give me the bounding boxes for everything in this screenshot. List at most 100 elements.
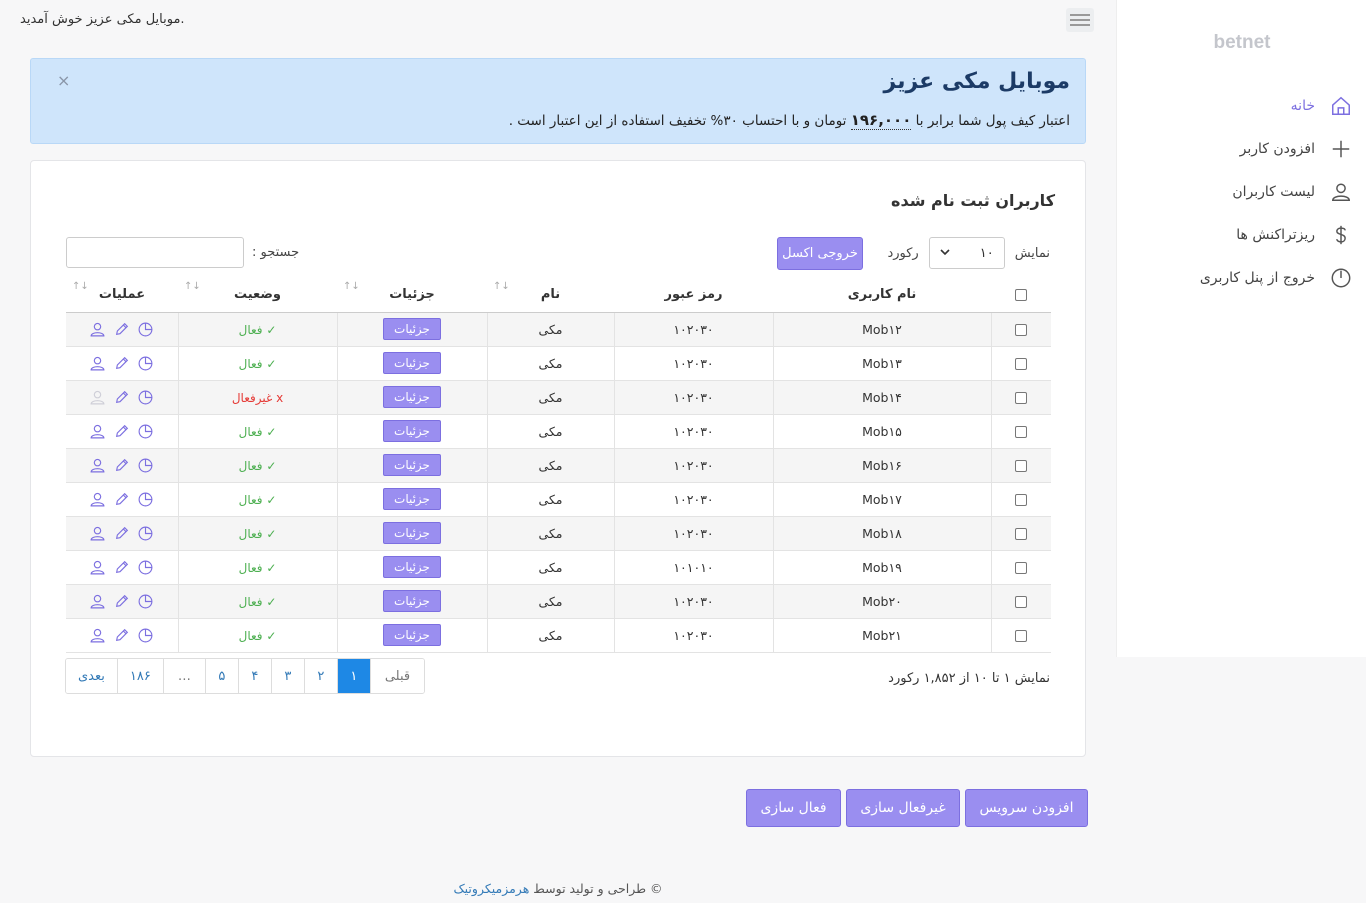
excel-export-button[interactable]: خروجی اکسل — [777, 237, 863, 270]
page-button[interactable]: ۵ — [204, 659, 238, 693]
details-button[interactable]: جزئیات — [383, 522, 441, 544]
chart-icon[interactable] — [137, 592, 155, 610]
prev-page-button[interactable]: قبلی — [369, 659, 425, 693]
user-icon[interactable] — [89, 354, 107, 372]
user-icon[interactable] — [89, 592, 107, 610]
chart-icon[interactable] — [137, 558, 155, 576]
header-username[interactable]: نام کاربری — [773, 278, 991, 313]
edit-icon[interactable] — [113, 456, 131, 474]
header-name[interactable]: نام ↓↑ — [487, 278, 614, 313]
header-details[interactable]: جزئیات ↓↑ — [337, 278, 487, 313]
sidebar: betnet خانه افزودن کاربر لیست کاربران ری… — [1116, 0, 1366, 657]
row-checkbox[interactable] — [1015, 596, 1028, 608]
details-button[interactable]: جزئیات — [383, 556, 441, 578]
chart-icon[interactable] — [137, 422, 155, 440]
user-icon[interactable] — [89, 320, 107, 338]
details-button[interactable]: جزئیات — [383, 624, 441, 646]
details-button[interactable]: جزئیات — [383, 590, 441, 612]
user-icon[interactable] — [89, 524, 107, 542]
header-operations[interactable]: عملیات ↓↑ — [66, 278, 178, 313]
status-badge: ✓ فعال — [238, 594, 277, 609]
power-icon — [1329, 266, 1353, 290]
chart-icon[interactable] — [137, 354, 155, 372]
sort-icon: ↓↑ — [184, 281, 201, 292]
row-checkbox[interactable] — [1015, 324, 1028, 336]
chart-icon[interactable] — [137, 388, 155, 406]
edit-icon[interactable] — [113, 354, 131, 372]
edit-icon[interactable] — [113, 490, 131, 508]
details-button[interactable]: جزئیات — [383, 386, 441, 408]
edit-icon[interactable] — [113, 388, 131, 406]
sidebar-item-users-list[interactable]: لیست کاربران — [1116, 170, 1366, 213]
sidebar-item-add-user[interactable]: افزودن کاربر — [1116, 127, 1366, 170]
search-input[interactable] — [66, 237, 244, 268]
details-button[interactable]: جزئیات — [383, 318, 441, 340]
header-status[interactable]: وضعیت ↓↑ — [178, 278, 337, 313]
close-icon[interactable]: × — [57, 71, 70, 90]
select-all-checkbox[interactable] — [1015, 288, 1027, 301]
user-icon[interactable] — [89, 490, 107, 508]
page-button[interactable]: ۲ — [303, 659, 337, 693]
search-control: جستجو : — [66, 237, 299, 268]
footer-link[interactable]: هرمزمیکروتیک — [453, 881, 529, 896]
alert-text: اعتبار کیف پول شما برابر با ۱۹۶,۰۰۰ توما… — [508, 111, 1070, 130]
row-checkbox[interactable] — [1015, 528, 1028, 540]
deactivate-button[interactable]: غیرفعال سازی — [846, 789, 960, 827]
user-icon[interactable] — [89, 422, 107, 440]
user-icon[interactable] — [89, 626, 107, 644]
page-size-value: ۱۰ — [979, 245, 994, 261]
user-icon[interactable] — [89, 456, 107, 474]
status-badge: x غیرفعال — [231, 390, 284, 405]
sidebar-item-transactions[interactable]: ریزتراکنش ها — [1116, 213, 1366, 256]
status-cell: ✓ فعال — [177, 448, 337, 483]
status-badge: ✓ فعال — [238, 322, 277, 337]
edit-icon[interactable] — [113, 422, 131, 440]
table-row: Mob۱۳ ۱۰۲۰۳۰ مکی جزئیات ✓ فعال — [66, 346, 1051, 381]
name-cell: مکی — [486, 516, 614, 551]
row-checkbox[interactable] — [1015, 426, 1028, 438]
user-icon[interactable] — [89, 388, 107, 406]
chart-icon[interactable] — [137, 524, 155, 542]
details-button[interactable]: جزئیات — [383, 420, 441, 442]
table-row: Mob۱۹ ۱۰۱۰۱۰ مکی جزئیات ✓ فعال — [66, 550, 1051, 585]
status-badge: ✓ فعال — [238, 526, 277, 541]
edit-icon[interactable] — [113, 558, 131, 576]
sidebar-item-home[interactable]: خانه — [1116, 84, 1366, 127]
row-checkbox[interactable] — [1015, 630, 1028, 642]
row-checkbox[interactable] — [1015, 562, 1028, 574]
chart-icon[interactable] — [137, 320, 155, 338]
menu-toggle-button[interactable] — [1066, 8, 1094, 32]
chart-icon[interactable] — [137, 626, 155, 644]
status-cell: ✓ فعال — [177, 550, 337, 585]
details-cell: جزئیات — [336, 550, 487, 585]
page-button[interactable]: ۴ — [237, 659, 271, 693]
page-button[interactable]: ۱۸۶ — [116, 659, 163, 693]
row-checkbox[interactable] — [1015, 358, 1028, 370]
activate-button[interactable]: فعال سازی — [746, 789, 841, 827]
password-cell: ۱۰۲۰۳۰ — [613, 618, 773, 653]
chart-icon[interactable] — [137, 490, 155, 508]
add-service-button[interactable]: افزودن سرویس — [965, 789, 1088, 827]
page-size-control: نمایش ۱۰ رکورد — [887, 237, 1050, 269]
username-cell: Mob۱۸ — [772, 516, 991, 551]
details-button[interactable]: جزئیات — [383, 454, 441, 476]
chart-icon[interactable] — [137, 456, 155, 474]
next-page-button[interactable]: بعدی — [66, 659, 117, 693]
details-button[interactable]: جزئیات — [383, 488, 441, 510]
header-password[interactable]: رمز عبور — [614, 278, 773, 313]
page-size-select[interactable]: ۱۰ — [928, 237, 1005, 269]
user-icon[interactable] — [89, 558, 107, 576]
page-button[interactable]: ۳ — [270, 659, 304, 693]
page-button[interactable]: ۱ — [336, 659, 370, 693]
details-button[interactable]: جزئیات — [383, 352, 441, 374]
chevron-down-icon — [940, 248, 950, 259]
edit-icon[interactable] — [113, 320, 131, 338]
sidebar-item-logout[interactable]: خروج از پنل کاربری — [1116, 256, 1366, 299]
row-checkbox[interactable] — [1015, 460, 1028, 472]
row-checkbox[interactable] — [1015, 392, 1028, 404]
edit-icon[interactable] — [113, 524, 131, 542]
edit-icon[interactable] — [113, 626, 131, 644]
row-checkbox[interactable] — [1015, 494, 1028, 506]
edit-icon[interactable] — [113, 592, 131, 610]
name-cell: مکی — [486, 380, 614, 415]
